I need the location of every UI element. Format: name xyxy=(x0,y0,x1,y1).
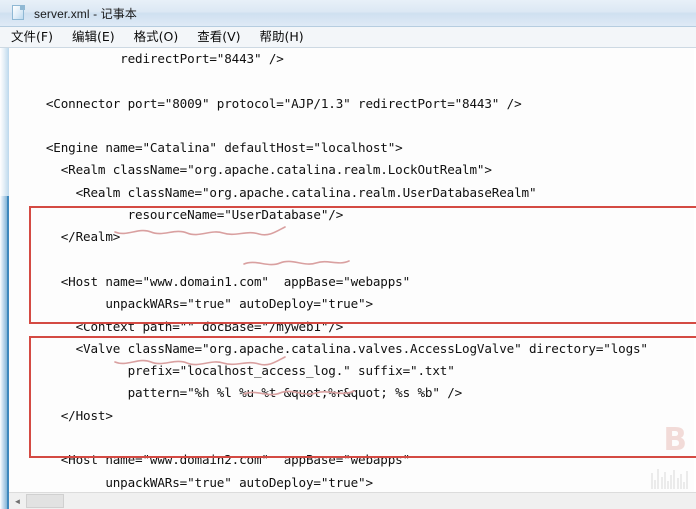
notepad-window: server.xml - 记事本 文件(F) 编辑(E) 格式(O) 查看(V)… xyxy=(0,0,696,509)
code-line: unpackWARs="true" autoDeploy="true"> xyxy=(31,296,373,312)
menu-view[interactable]: 查看(V) xyxy=(197,30,240,44)
code-line: <Connector port="8009" protocol="AJP/1.3… xyxy=(31,95,522,111)
code-line: <Host name="www.domain2.com" appBase="we… xyxy=(31,452,411,468)
code-line: prefix="localhost_access_log." suffix=".… xyxy=(31,363,455,379)
menu-format[interactable]: 格式(O) xyxy=(134,30,179,44)
notepad-document-icon xyxy=(11,5,27,21)
menu-bar: 文件(F) 编辑(E) 格式(O) 查看(V) 帮助(H) xyxy=(0,27,696,48)
text-editor-area[interactable]: redirectPort="8443" /> <Connector port="… xyxy=(9,48,696,492)
horizontal-scrollbar[interactable]: ◄ xyxy=(9,492,696,509)
window-title: server.xml - 记事本 xyxy=(34,6,137,21)
scroll-left-arrow-icon[interactable]: ◄ xyxy=(9,493,26,509)
code-line: resourceName="UserDatabase"/> xyxy=(31,207,344,223)
menu-help[interactable]: 帮助(H) xyxy=(260,30,304,44)
horizontal-scroll-thumb[interactable] xyxy=(26,494,64,508)
code-line: </Realm> xyxy=(31,229,121,245)
code-line: pattern="%h %l %u %t &quot;%r&quot; %s %… xyxy=(31,385,463,401)
title-bar[interactable]: server.xml - 记事本 xyxy=(0,0,696,27)
menu-edit[interactable]: 编辑(E) xyxy=(72,30,115,44)
xml-source-text: redirectPort="8443" /> <Connector port="… xyxy=(9,48,696,492)
menu-file[interactable]: 文件(F) xyxy=(11,30,53,44)
code-line: <Context path="" docBase="/myweb1"/> xyxy=(31,318,344,334)
code-line: </Host> xyxy=(31,407,113,423)
code-line: <Host name="www.domain1.com" appBase="we… xyxy=(31,273,411,289)
code-line: <Engine name="Catalina" defaultHost="loc… xyxy=(31,140,403,156)
code-line: <Realm className="org.apache.catalina.re… xyxy=(31,162,492,178)
code-line: <Valve className="org.apache.catalina.va… xyxy=(31,340,648,356)
code-line: redirectPort="8443" /> xyxy=(31,51,284,66)
code-line: unpackWARs="true" autoDeploy="true"> xyxy=(31,474,373,490)
code-line: <Realm className="org.apache.catalina.re… xyxy=(31,184,537,200)
